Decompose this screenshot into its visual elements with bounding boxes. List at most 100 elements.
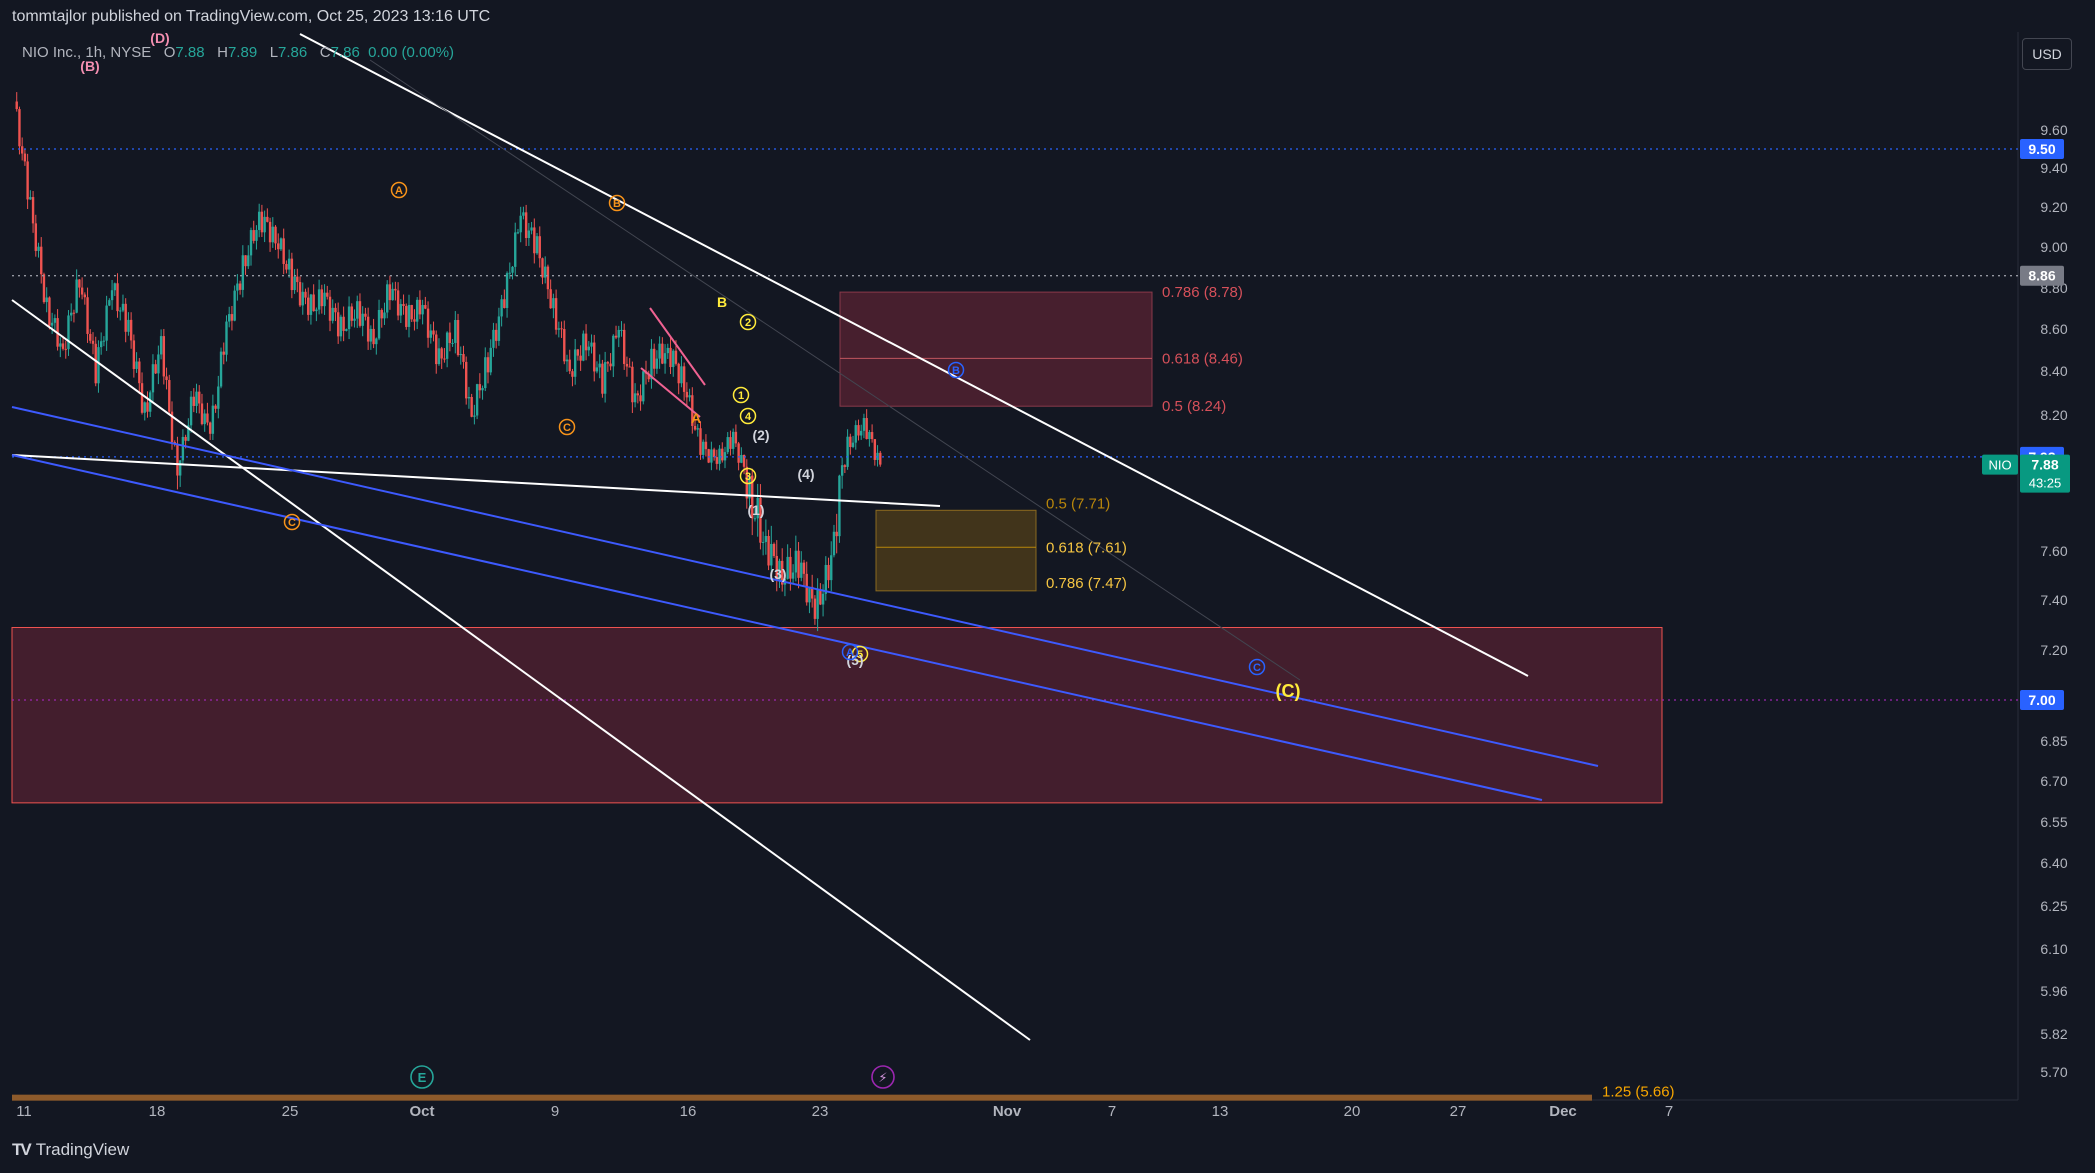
symbol-badge-label: NIO [1988, 458, 2011, 473]
candle [571, 371, 574, 377]
candle [854, 425, 857, 443]
candle [838, 475, 841, 537]
candle [484, 357, 487, 389]
candle [560, 328, 563, 330]
candle [652, 348, 656, 369]
candle [860, 430, 863, 436]
y-tick-label: 6.25 [2040, 898, 2067, 914]
candle [601, 363, 604, 394]
candle [94, 343, 97, 384]
wave-label: (1) [747, 502, 764, 518]
candle [326, 292, 329, 297]
fib-lower-label: 0.786 (7.47) [1046, 575, 1127, 592]
candle [176, 444, 179, 476]
candle [843, 465, 847, 467]
candle [456, 320, 460, 356]
candle [369, 328, 373, 342]
candle [519, 215, 522, 233]
candle [832, 531, 836, 556]
candle-series [15, 92, 882, 632]
x-tick-label: 9 [551, 1103, 559, 1120]
candle [415, 299, 419, 322]
candle [80, 287, 84, 295]
candle [764, 535, 768, 542]
candle [407, 304, 411, 327]
candle [704, 441, 708, 450]
candle [623, 329, 626, 364]
price-badge-label: 7.00 [2028, 692, 2055, 708]
candle [418, 299, 422, 315]
wave-label: 2 [745, 317, 751, 329]
candle [465, 361, 468, 399]
candle [296, 276, 299, 283]
currency-button[interactable]: USD [2022, 38, 2072, 70]
legend-c-value: 7.86 [330, 44, 360, 61]
candle [119, 310, 122, 312]
candle [658, 343, 661, 359]
candle [527, 230, 531, 239]
candle [91, 340, 95, 344]
candle [331, 307, 334, 321]
candle [219, 351, 223, 387]
x-tick-label: Nov [993, 1103, 1022, 1120]
candle [146, 402, 149, 412]
candle [437, 348, 441, 365]
candle [293, 276, 296, 291]
ohlc-legend: NIO Inc., 1h, NYSE O7.88 H7.89 L7.86 C7.… [22, 44, 454, 61]
x-tick-label: 20 [1344, 1103, 1361, 1120]
candle [334, 307, 337, 313]
candle [184, 436, 187, 441]
y-tick-label: 7.60 [2040, 543, 2067, 559]
candle [674, 350, 678, 364]
candle [159, 336, 163, 355]
fib-upper-box [839, 291, 1153, 407]
candle [590, 342, 593, 347]
x-tick-label: 27 [1450, 1103, 1467, 1120]
candle [97, 347, 100, 384]
candle [628, 366, 631, 368]
candle [42, 274, 46, 303]
candle [459, 354, 462, 356]
candle [70, 312, 73, 316]
candle [143, 402, 146, 413]
wave-label: (2) [752, 427, 769, 443]
candle [445, 332, 449, 359]
candle [26, 161, 29, 200]
y-tick-label: 6.55 [2040, 814, 2067, 830]
candle [868, 432, 871, 440]
candle [573, 349, 577, 377]
candle [132, 340, 136, 369]
legend-h-value: 7.89 [227, 44, 258, 61]
candle [15, 101, 18, 110]
candle [247, 255, 250, 267]
candle [538, 236, 541, 259]
candle [244, 255, 247, 267]
candle [448, 332, 452, 343]
y-tick-label: 7.40 [2040, 592, 2067, 608]
event-marker: E [418, 1070, 427, 1085]
candle [72, 312, 76, 314]
y-tick-label: 6.10 [2040, 941, 2067, 957]
x-tick-label: Dec [1549, 1103, 1577, 1120]
candle [83, 294, 87, 298]
candle [45, 297, 48, 303]
candle [699, 428, 702, 455]
candle [470, 397, 473, 417]
candle [772, 543, 776, 556]
candle [579, 355, 582, 361]
price-badge-label: 8.86 [2028, 268, 2055, 284]
x-tick-label: 13 [1212, 1103, 1229, 1120]
candle [279, 238, 283, 250]
candle [195, 391, 198, 406]
candle [582, 333, 585, 361]
candle [454, 320, 457, 343]
candle [535, 236, 539, 254]
candle [612, 335, 615, 367]
candle [511, 266, 514, 273]
candle [200, 403, 204, 425]
candle [317, 289, 321, 310]
candle [606, 362, 610, 364]
fib-lower-label: 0.618 (7.61) [1046, 539, 1127, 556]
candle [500, 299, 503, 317]
candle [211, 405, 215, 434]
